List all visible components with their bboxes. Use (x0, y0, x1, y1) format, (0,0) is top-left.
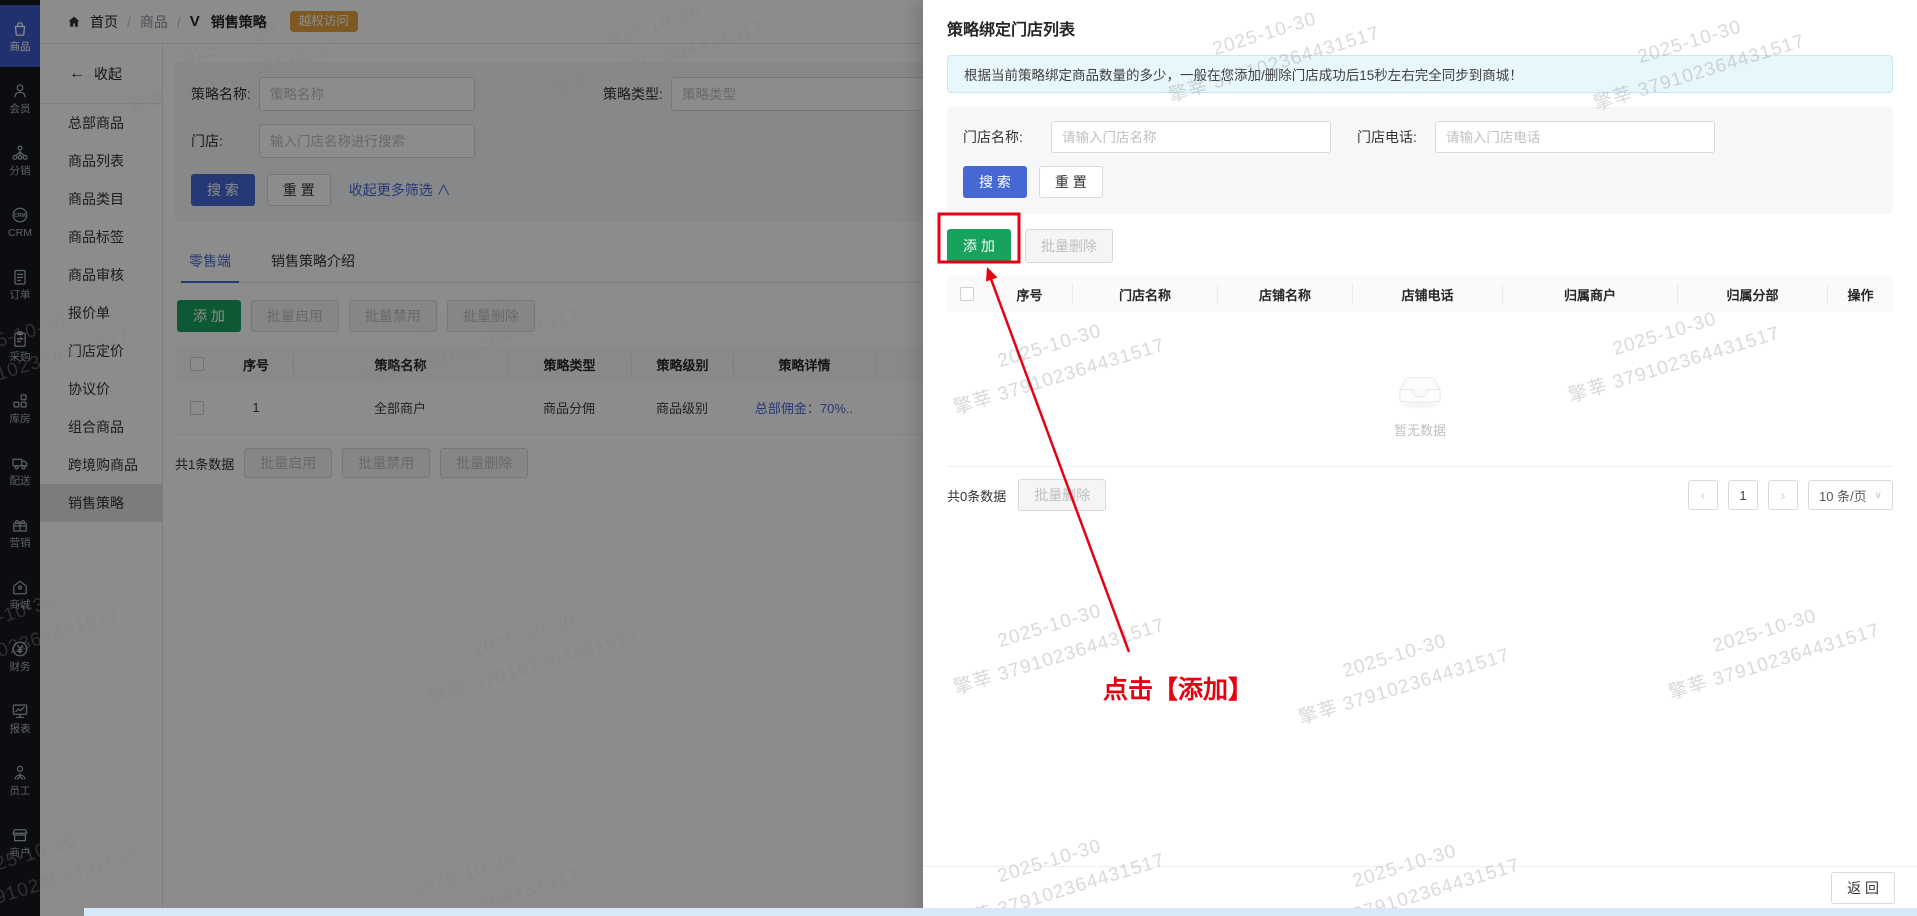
chevron-down-icon: ∨ (1875, 490, 1882, 501)
drawer-table-footer: 共0条数据 批量删除 ‹ 1 › 10 条/页 ∨ (947, 479, 1893, 511)
empty-box-icon (1388, 364, 1452, 410)
col-shop-name: 店铺名称 (1217, 285, 1352, 304)
horizontal-scrollbar[interactable] (84, 908, 1917, 916)
drawer-select-all-checkbox[interactable] (960, 287, 974, 301)
drawer-overlay[interactable] (0, 0, 923, 916)
drawer-action-bar: 添 加 批量删除 (947, 229, 1893, 263)
col-shop-phone: 店铺电话 (1352, 285, 1502, 304)
back-button[interactable]: 返 回 (1831, 872, 1895, 904)
page-size-value: 10 条/页 (1819, 486, 1867, 505)
strategy-store-drawer: 策略绑定门店列表 根据当前策略绑定商品数量的多少，一般在您添加/删除门店成功后1… (923, 0, 1917, 916)
drawer-total-count-text: 共0条数据 (947, 486, 1006, 505)
drawer-reset-button[interactable]: 重 置 (1039, 166, 1103, 198)
store-phone-label: 门店电话: (1357, 127, 1417, 147)
col-seq: 序号 (987, 285, 1072, 304)
col-owner-merchant: 归属商户 (1502, 285, 1677, 304)
footer-divider (947, 466, 1893, 467)
drawer-footer-batch-delete-button[interactable]: 批量删除 (1018, 479, 1106, 511)
next-page-button[interactable]: › (1768, 480, 1798, 510)
drawer-add-button[interactable]: 添 加 (947, 229, 1011, 263)
col-store-name: 门店名称 (1072, 285, 1217, 304)
store-table-header: 序号 门店名称 店铺名称 店铺电话 归属商户 归属分部 操作 (947, 276, 1893, 312)
drawer-batch-delete-button[interactable]: 批量删除 (1025, 229, 1113, 263)
page-number-1[interactable]: 1 (1728, 480, 1758, 510)
col-operation: 操作 (1827, 285, 1893, 304)
sync-info-alert: 根据当前策略绑定商品数量的多少，一般在您添加/删除门店成功后15秒左右完全同步到… (947, 55, 1893, 93)
drawer-bottom-bar: 返 回 (923, 866, 1917, 908)
store-name-label: 门店名称: (955, 127, 1033, 147)
pagination: ‹ 1 › 10 条/页 ∨ (1688, 480, 1893, 510)
prev-page-button[interactable]: ‹ (1688, 480, 1718, 510)
drawer-search-button[interactable]: 搜 索 (963, 166, 1027, 198)
store-phone-input[interactable] (1435, 121, 1715, 153)
drawer-title: 策略绑定门店列表 (923, 0, 1917, 40)
store-name-input[interactable] (1051, 121, 1331, 153)
page-size-select[interactable]: 10 条/页 ∨ (1808, 480, 1893, 510)
empty-state: 暂无数据 (923, 364, 1917, 439)
col-owner-branch: 归属分部 (1677, 285, 1827, 304)
store-filter-panel: 门店名称: 门店电话: 搜 索 重 置 (947, 107, 1893, 214)
empty-text: 暂无数据 (1394, 420, 1446, 439)
